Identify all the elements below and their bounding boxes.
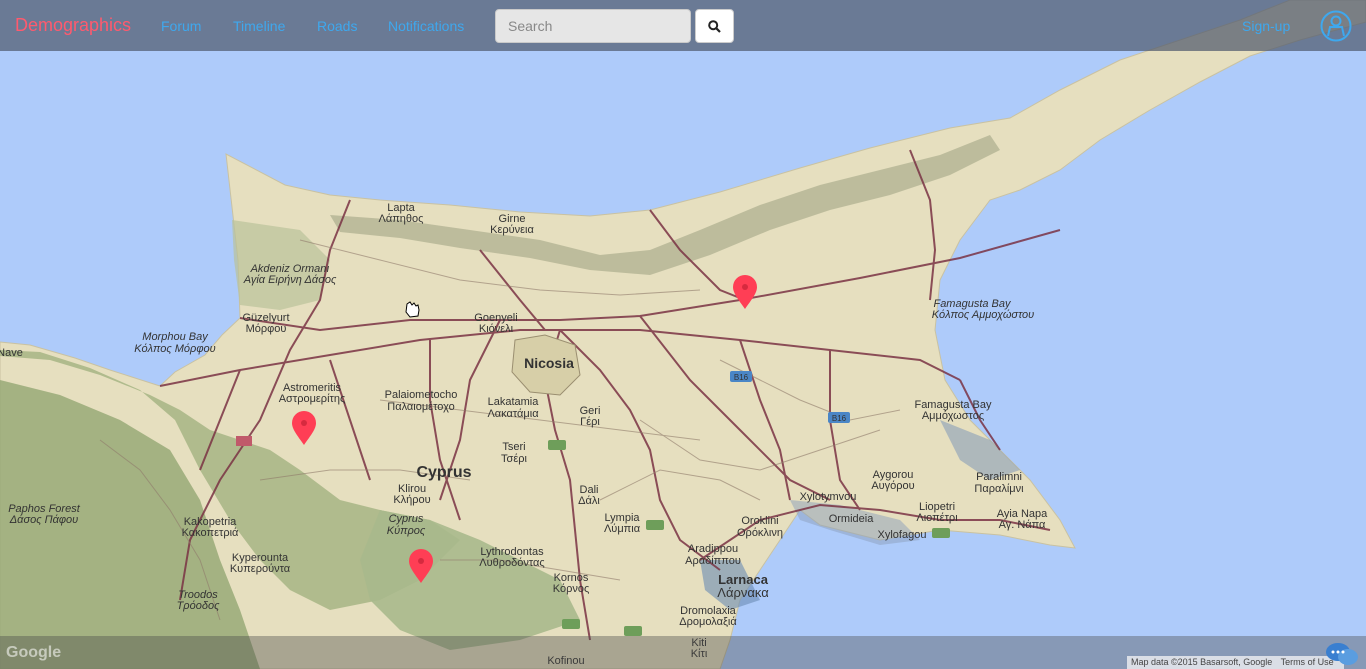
navbar: Demographics Forum Timeline Roads Notifi… (0, 0, 1366, 51)
svg-text:Palaiometocho: Palaiometocho (385, 389, 458, 401)
svg-text:Δάσος Πάφου: Δάσος Πάφου (9, 514, 78, 526)
road-shield-e (562, 619, 580, 629)
svg-text:Λάρνακα: Λάρνακα (717, 585, 769, 600)
svg-text:Cyprus: Cyprus (416, 464, 471, 481)
google-logo: Google (6, 644, 62, 661)
svg-text:Xylotymvou: Xylotymvou (800, 491, 857, 503)
svg-text:B16: B16 (832, 414, 847, 423)
svg-text:Λύμπια: Λύμπια (604, 523, 641, 535)
svg-text:Τρόοδος: Τρόοδος (177, 600, 220, 612)
svg-text:Κόλπος Μόρφου: Κόλπος Μόρφου (134, 343, 215, 355)
svg-text:Ormideia: Ormideia (829, 513, 875, 525)
svg-text:Αγ. Νάπα: Αγ. Νάπα (999, 519, 1046, 531)
nav-link-timeline[interactable]: Timeline (233, 18, 285, 34)
road-shield-b16-b: B16 (828, 412, 850, 423)
svg-text:Κερύνεια: Κερύνεια (490, 224, 534, 236)
signup-link[interactable]: Sign-up (1242, 18, 1290, 34)
svg-text:Τσέρι: Τσέρι (501, 453, 527, 465)
svg-text:Παραλίμνι: Παραλίμνι (974, 483, 1024, 495)
svg-text:Μόρφου: Μόρφου (246, 323, 287, 335)
svg-text:Λυθροδόντας: Λυθροδόντας (479, 557, 544, 569)
svg-text:Κόρνος: Κόρνος (553, 583, 590, 595)
svg-text:Paralimni: Paralimni (976, 471, 1022, 483)
svg-text:Κυπερούντα: Κυπερούντα (230, 563, 291, 575)
svg-text:Αμμόχωστος: Αμμόχωστος (922, 410, 984, 422)
svg-text:Λιοπέτρι: Λιοπέτρι (916, 512, 958, 524)
search-button[interactable] (695, 9, 734, 43)
map-canvas[interactable]: B16 B16 Lapta Λάπηθος Girne Κερύνεια Akd… (0, 0, 1366, 669)
svg-text:Παλαιομέτοχο: Παλαιομέτοχο (387, 401, 454, 413)
svg-text:Lakatamia: Lakatamia (488, 396, 540, 408)
nav-link-notifications[interactable]: Notifications (388, 18, 464, 34)
nav-link-roads[interactable]: Roads (317, 18, 357, 34)
svg-text:Aradippou: Aradippou (688, 543, 738, 555)
svg-text:Ορόκλινη: Ορόκλινη (737, 527, 783, 539)
svg-text:Γέρι: Γέρι (580, 416, 600, 428)
svg-text:Αυγόρου: Αυγόρου (871, 480, 914, 492)
svg-text:Αστρομερίτης: Αστρομερίτης (279, 393, 346, 405)
svg-text:Αραδίππου: Αραδίππου (685, 555, 741, 567)
road-shield-d (932, 528, 950, 538)
search-input[interactable] (495, 9, 691, 43)
svg-text:Κλήρου: Κλήρου (393, 494, 430, 506)
svg-text:Λάπηθος: Λάπηθος (379, 213, 424, 225)
svg-text:Oroklini: Oroklini (741, 515, 778, 527)
svg-text:Nave: Nave (0, 347, 23, 359)
user-circle-icon[interactable] (1320, 10, 1352, 42)
svg-text:Δάλι: Δάλι (578, 495, 600, 507)
search-icon (708, 19, 721, 33)
svg-text:Nicosia: Nicosia (524, 355, 574, 371)
svg-text:Κιόνελι: Κιόνελι (479, 323, 514, 335)
road-shield-f (624, 626, 642, 636)
road-shield-c (646, 520, 664, 530)
svg-text:Cyprus: Cyprus (389, 513, 424, 525)
svg-text:Δρομολαξιά: Δρομολαξιά (679, 616, 737, 628)
map-data-attribution: Map data ©2015 Basarsoft, Google (1131, 657, 1273, 667)
road-shield-a (236, 436, 252, 446)
chat-icon[interactable] (1324, 640, 1360, 668)
road-shield-b16-a: B16 (730, 371, 752, 382)
svg-text:Αγία Ειρήνη Δάσος: Αγία Ειρήνη Δάσος (243, 274, 337, 286)
svg-text:Morphou Bay: Morphou Bay (142, 331, 209, 343)
nav-link-forum[interactable]: Forum (161, 18, 201, 34)
svg-text:Κακοπετριά: Κακοπετριά (182, 527, 239, 539)
map-attribution: Map data ©2015 Basarsoft, Google Terms o… (1127, 656, 1344, 669)
svg-text:Κύπρος: Κύπρος (387, 525, 426, 537)
svg-text:B16: B16 (734, 373, 749, 382)
svg-text:Κόλπος Αμμοχώστου: Κόλπος Αμμοχώστου (932, 309, 1034, 321)
svg-text:Tseri: Tseri (502, 441, 525, 453)
brand-link[interactable]: Demographics (15, 15, 131, 36)
svg-text:Λακατάμια: Λακατάμια (487, 408, 539, 420)
svg-text:Xylofagou: Xylofagou (878, 529, 927, 541)
road-shield-b (548, 440, 566, 450)
